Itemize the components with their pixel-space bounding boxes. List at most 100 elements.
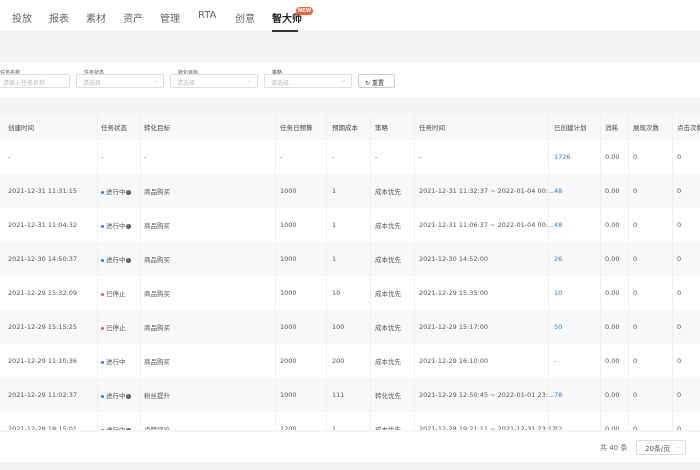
nav-tab[interactable]: 创意 [235,10,255,25]
table-cell: 0 [633,221,638,229]
plan-count-link[interactable]: 78 [554,391,562,399]
page-size-value: 20条/页 [645,445,671,453]
task-table: 创建时间 任务状态 转化目标 任务日预算 预期成本 策略 任务时间 已创建计划 消耗 展现次数 点击… [0,114,700,430]
total-count: 共 40 条 [600,444,628,452]
nav-tab[interactable]: 管理 [160,10,180,25]
table-cell: 0 [633,187,638,195]
goal-placeholder: 请选择 [177,80,196,87]
status-text: 进行中 [106,256,126,264]
status-text: 进行中 [106,426,126,430]
table-cell: 商品购买 [144,290,170,298]
table-cell: 商品购买 [144,188,170,196]
status-dot [101,190,104,194]
table-row[interactable]: 2021-12-29 11:10:36 进行中 商品购买 2000 200 成本优先 202… [0,344,700,378]
plan-count-link[interactable]: 48 [554,221,562,229]
table-row[interactable]: 2021-12-31 11:04:32 进行中! 商品购买 1000 1 成本优先 2021… [0,208,700,242]
table-cell: 111 [332,391,345,399]
table-row[interactable]: 2021-12-29 15:32:09 已停止 商品购买 1000 10 成本优先 2021… [0,276,700,310]
table-row[interactable]: 2021-12-31 11:31:15 进行中! 商品购买 1000 1 成本优先 2021… [0,174,700,208]
table-row[interactable]: 2021-12-28 18:15:01 进行中! 点赞评论 1200 1 成本优先 2021… [0,412,700,430]
plan-count-link[interactable]: 1726 [554,153,571,161]
table-cell: - [101,153,104,161]
table-cell: 1 [332,187,337,195]
status-text: 进行中 [106,188,126,196]
info-icon[interactable]: ! [125,427,131,430]
nav-tab[interactable]: 资产 [123,10,143,25]
chevron-down-icon: ⌄ [152,77,158,84]
info-icon[interactable]: ! [125,223,131,229]
table-cell: 成本优先 [375,358,401,366]
table-row[interactable]: 2021-12-29 11:02:37 进行中! 粉丝提升 1000 111 转化优先 20… [0,378,700,412]
info-icon[interactable]: ! [125,189,131,195]
goal-select[interactable]: 请选择 ⌄ [170,74,258,88]
nav-tab[interactable]: RTA [198,10,216,21]
table-cell: - [375,153,378,161]
task-name-input[interactable]: 请输入任务名称 [0,74,70,88]
table-cell: 2021-12-29 15:15:25 [8,323,78,331]
table-cell: 商品购买 [144,222,170,230]
table-cell: 0.00 [605,391,620,399]
column-header: 转化目标 [144,124,170,132]
status-text: 已停止 [106,324,126,332]
table-row[interactable]: - - - - - - - 1726 0.00 0 0 [0,140,700,174]
table-cell: 1000 [280,289,297,297]
table-cell: 商品购买 [144,358,170,366]
status-badge: 进行中! [101,254,131,264]
table-cell: 成本优先 [375,222,401,230]
plan-count-link[interactable]: 10 [554,289,562,297]
table-cell: 2021-12-29 15:32:09 [8,289,78,297]
table-cell: 2021-12-28 18:15:01 [8,425,78,430]
info-icon[interactable]: ! [125,257,131,263]
status-text: 进行中 [106,392,126,400]
table-cell: 0 [633,153,638,161]
table-cell: 1 [332,425,337,430]
table-cell: - [280,153,283,161]
table-cell: 2021-12-29 15:17:00 [419,323,489,331]
plan-count-link[interactable]: 50 [554,323,562,331]
table-row[interactable]: 2021-12-29 15:15:25 已停止 商品购买 1000 100 成本优先 202… [0,310,700,344]
nav-tab[interactable]: 投放 [12,10,32,25]
strategy-select[interactable]: 请选择 ⌄ [264,74,352,88]
status-dot [101,360,104,364]
table-cell: 1000 [280,187,297,195]
table-cell: 1000 [280,391,297,399]
plan-count-link[interactable]: 72 [554,425,562,430]
column-header: 策略 [375,124,388,132]
table-cell: 2021-12-29 16:10:00 [419,357,489,365]
plan-count-link[interactable]: 48 [554,187,562,195]
status-dot [101,428,104,430]
table-cell: 0 [677,255,682,263]
table-cell: 1000 [280,255,297,263]
table-cell: 0 [677,391,682,399]
table-cell: 0 [633,289,638,297]
active-tab-indicator [272,30,298,32]
table-cell: 0.00 [605,425,620,430]
info-icon[interactable]: ! [125,393,131,399]
table-cell: 0 [677,153,682,161]
refresh-icon: ↻ [365,80,371,87]
column-header: 展现次数 [633,124,659,132]
nav-tab[interactable]: 素材 [86,10,106,25]
chevron-down-icon: ⌄ [675,443,681,450]
page-size-select[interactable]: 20条/页 ⌄ [636,440,686,455]
table-cell: 2021-12-29 12:50:45 ~ 2022-01-01 23:... [419,391,555,399]
table-cell: 2021-12-29 11:02:37 [8,391,78,399]
table-cell: 1000 [280,221,297,229]
status-badge: 进行中! [101,424,131,430]
table-cell: 0 [633,391,638,399]
reset-button[interactable]: ↻ 重置 [358,74,395,88]
table-cell: 成本优先 [375,188,401,196]
column-divider [628,114,629,430]
table-cell: 0.00 [605,221,620,229]
nav-tab[interactable]: 报表 [49,10,69,25]
table-cell: 1 [332,221,337,229]
plan-count-link[interactable]: - [554,357,556,365]
table-cell: 0.00 [605,357,620,365]
status-dot [101,224,104,228]
plan-count-link[interactable]: 26 [554,255,562,263]
task-status-select[interactable]: 请选择 ⌄ [76,74,164,88]
status-dot [101,292,104,296]
table-cell: 0.00 [605,153,620,161]
table-row[interactable]: 2021-12-30 14:50:37 进行中! 商品购买 1000 1 成本优先 2021… [0,242,700,276]
column-header: 创建时间 [8,124,34,132]
